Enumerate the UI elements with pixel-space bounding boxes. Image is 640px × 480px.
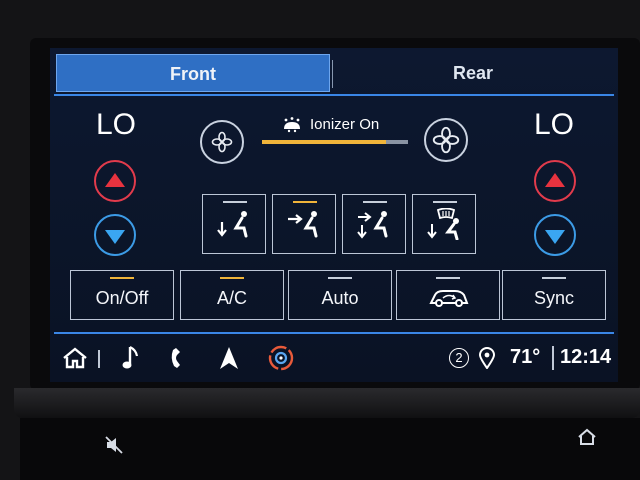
music-note-icon[interactable] [116,344,146,372]
driver-temp-down-button[interactable] [94,214,136,256]
ionizer-icon [284,116,300,132]
navigation-arrow-icon[interactable] [214,344,244,372]
sync-label: Sync [533,288,575,308]
location-pin-icon [472,344,502,372]
fan-large-icon [432,126,460,154]
tab-rear[interactable]: Rear [334,54,612,92]
ionizer-label: Ionizer On [310,116,380,133]
fan-decrease-button[interactable] [200,120,244,164]
ac-indicator [220,277,244,279]
status-bar: 2 71° 12:14 [50,338,618,378]
climate-screen: Front Rear LO LO Ionizer On On/Off A/C A… [50,48,618,382]
home-icon[interactable] [60,344,90,372]
arrow-up-icon [545,172,565,187]
airflow-face-icon [288,211,318,238]
tab-divider [332,60,333,88]
clock-time: 12:14 [560,346,612,368]
driver-temp-up-button[interactable] [94,160,136,202]
screen-ledge [14,388,640,418]
passenger-temp-down-button[interactable] [534,214,576,256]
power-button[interactable]: On/Off [70,270,174,320]
arrow-down-icon [105,229,125,244]
mode-indicator [363,201,387,203]
airflow-face-floor-button[interactable] [342,194,406,254]
status-divider [552,346,554,370]
fan-increase-button[interactable] [424,118,468,162]
arrow-up-icon [105,172,125,187]
ac-label: A/C [216,288,247,308]
airflow-defrost-floor-icon [427,208,459,240]
recirculation-icon [429,290,469,307]
airflow-defrost-floor-button[interactable] [412,194,476,254]
arrow-down-icon [545,229,565,244]
climate-app-icon[interactable] [266,344,296,372]
airflow-face-button[interactable] [272,194,336,254]
mode-indicator-active [293,201,317,203]
mode-indicator [433,201,457,203]
auto-button[interactable]: Auto [288,270,392,320]
phone-icon[interactable] [164,344,194,372]
power-label: On/Off [95,288,149,308]
header-rule [54,94,614,96]
status-divider [98,350,100,368]
recirculation-button[interactable] [396,270,500,320]
auto-label: Auto [321,288,359,308]
ac-button[interactable]: A/C [180,270,284,320]
power-indicator [110,277,134,279]
sync-indicator [542,277,566,279]
mute-icon[interactable] [100,430,130,460]
airflow-floor-icon [217,211,248,238]
notification-count: 2 [449,348,469,368]
auto-indicator [328,277,352,279]
lower-control-panel [20,418,640,480]
status-rule [54,332,614,334]
airflow-floor-button[interactable] [202,194,266,254]
outside-temperature: 71° [510,346,541,368]
driver-temp-display: LO [96,108,137,141]
sync-button[interactable]: Sync [502,270,606,320]
passenger-temp-up-button[interactable] [534,160,576,202]
ionizer-status: Ionizer On [280,116,379,133]
fan-small-icon [211,131,233,153]
recirculation-indicator [436,277,460,279]
fan-speed-fill [262,140,387,144]
airflow-face-floor-icon [357,211,388,239]
notification-badge[interactable]: 2 [444,344,474,372]
fan-speed-bar[interactable] [262,140,408,144]
mode-indicator [223,201,247,203]
home-icon[interactable] [572,422,602,452]
tab-front[interactable]: Front [56,54,330,92]
passenger-temp-display: LO [534,108,575,141]
